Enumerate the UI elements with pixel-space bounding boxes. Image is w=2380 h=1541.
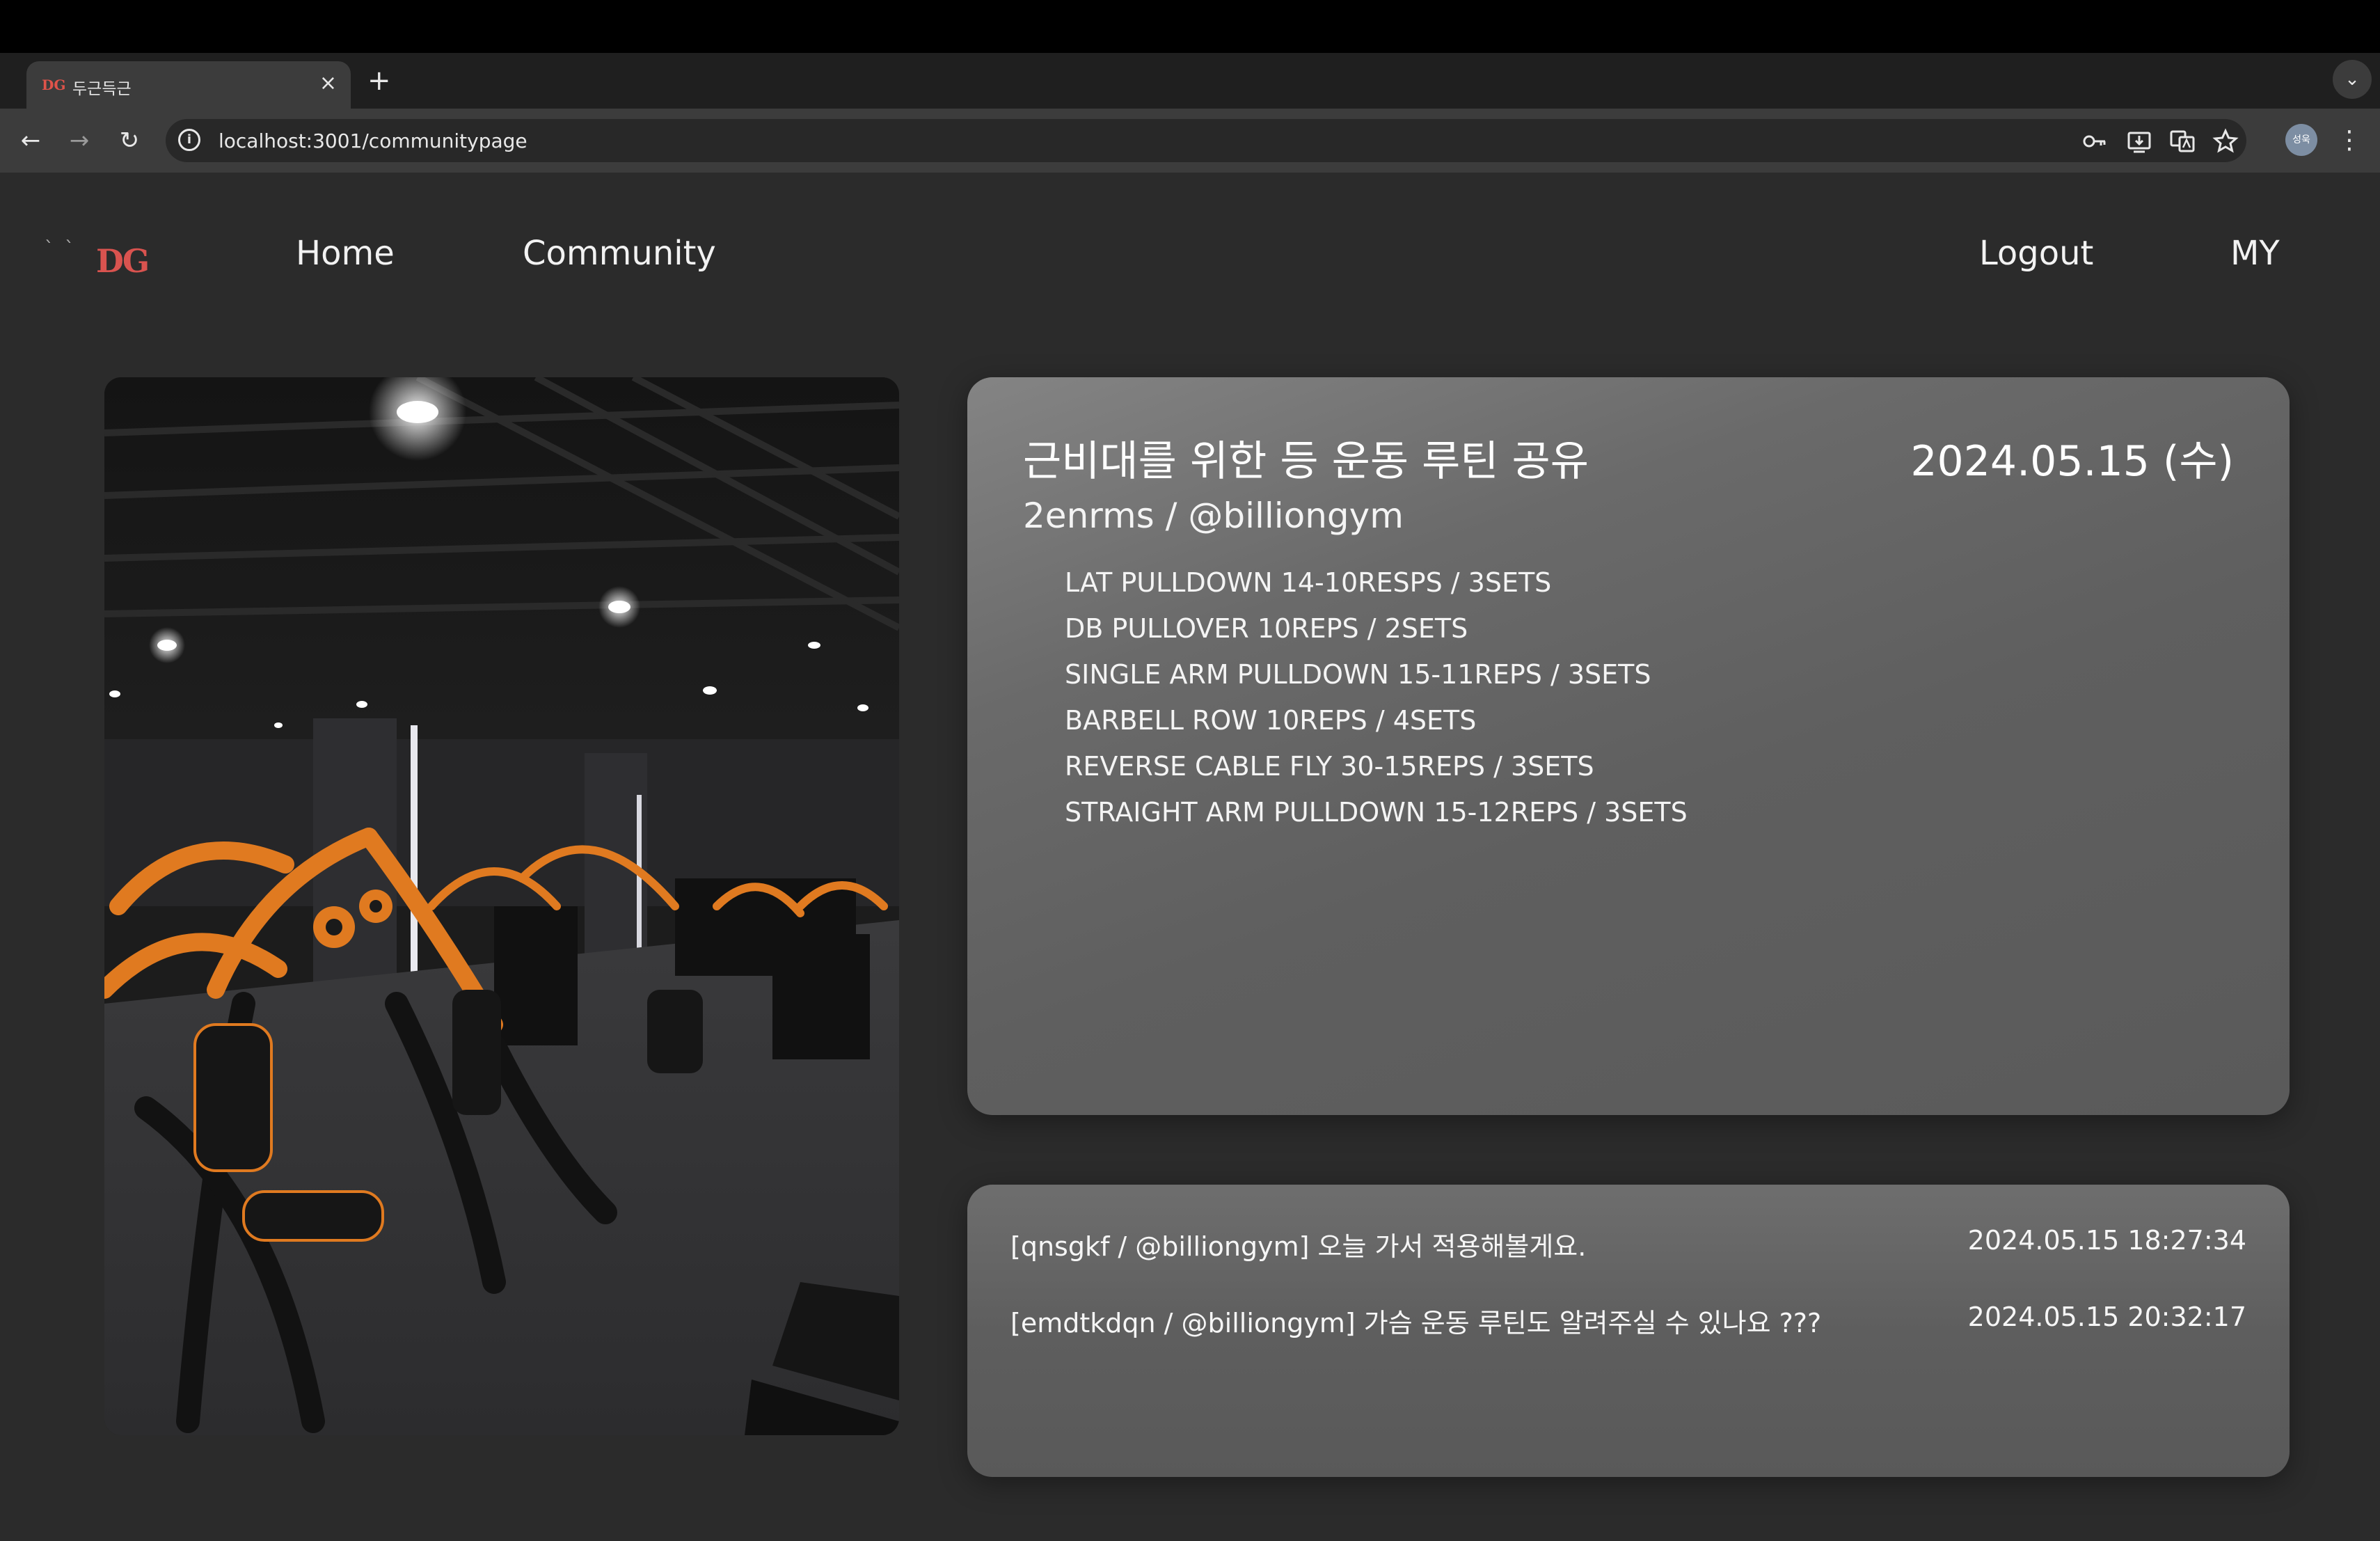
comment-timestamp: 2024.05.15 18:27:34 xyxy=(1967,1225,2246,1256)
nav-logout-link[interactable]: Logout xyxy=(1979,234,2093,273)
reload-icon[interactable]: ↻ xyxy=(111,123,148,159)
url-text[interactable]: localhost:3001/communitypage xyxy=(219,129,527,152)
nav-home-link[interactable]: Home xyxy=(296,234,395,273)
browser-menu-icon[interactable]: ⋮ xyxy=(2335,123,2363,159)
star-icon[interactable] xyxy=(2212,127,2239,155)
routine-item: SINGLE ARM PULLDOWN 15-11REPS / 3SETS xyxy=(1065,659,1651,690)
install-icon[interactable] xyxy=(2125,127,2153,155)
community-page: ` ` DG Home Community Logout MY 근비대를 위한 … xyxy=(0,173,2380,1541)
profile-avatar[interactable]: 성욱 xyxy=(2285,124,2317,156)
back-icon[interactable]: ← xyxy=(13,123,49,159)
comments-card: [qnsgkf / @billiongym] 오늘 가서 적용해볼게요. 202… xyxy=(967,1185,2290,1477)
gym-photo-illustration xyxy=(104,377,899,1435)
site-info-icon[interactable]: i xyxy=(178,129,200,151)
close-tab-icon[interactable]: × xyxy=(319,71,337,96)
post-photo xyxy=(104,377,899,1435)
site-logo[interactable]: DG xyxy=(96,242,150,280)
post-card: 근비대를 위한 등 운동 루틴 공유 2024.05.15 (수) 2enrms… xyxy=(967,377,2290,1115)
decor-dots: ` ` xyxy=(45,238,77,259)
tab-search-icon[interactable]: ⌄ xyxy=(2333,60,2372,99)
tab-title: 두근득근 xyxy=(72,80,132,98)
forward-icon[interactable]: → xyxy=(61,123,97,159)
new-tab-button[interactable]: + xyxy=(367,65,391,96)
key-icon[interactable] xyxy=(2081,127,2109,155)
comment-text: [emdtkdqn / @billiongym] 가슴 운동 루틴도 알려주실 … xyxy=(1010,1308,1822,1338)
post-date: 2024.05.15 (수) xyxy=(1910,437,2234,486)
comment-item: [emdtkdqn / @billiongym] 가슴 운동 루틴도 알려주실 … xyxy=(1010,1302,2246,1343)
routine-item: STRAIGHT ARM PULLDOWN 15-12REPS / 3SETS xyxy=(1065,797,1688,828)
post-author: 2enrms / @billiongym xyxy=(1023,496,1404,536)
nav-my-link[interactable]: MY xyxy=(2230,234,2280,273)
address-bar[interactable]: i localhost:3001/communitypage xyxy=(166,119,2246,162)
nav-community-link[interactable]: Community xyxy=(523,234,716,273)
routine-list: LAT PULLDOWN 14-10RESPS / 3SETS DB PULLO… xyxy=(1065,560,1688,835)
comment-timestamp: 2024.05.15 20:32:17 xyxy=(1967,1302,2246,1332)
tab-strip: DG 두근득근 × + ⌄ xyxy=(0,53,2380,109)
routine-item: DB PULLOVER 10REPS / 2SETS xyxy=(1065,613,1468,644)
browser-tab[interactable]: DG 두근득근 × xyxy=(26,61,351,109)
routine-item: REVERSE CABLE FLY 30-15REPS / 3SETS xyxy=(1065,751,1594,782)
comment-text: [qnsgkf / @billiongym] 오늘 가서 적용해볼게요. xyxy=(1010,1231,1587,1262)
post-title: 근비대를 위한 등 운동 루틴 공유 xyxy=(1023,437,1589,486)
routine-item: LAT PULLDOWN 14-10RESPS / 3SETS xyxy=(1065,567,1552,598)
browser-toolbar: ← → ↻ i localhost:3001/communitypage 성욱 … xyxy=(0,109,2380,173)
os-menu-bar xyxy=(0,0,2380,53)
translate-icon[interactable] xyxy=(2168,127,2196,155)
routine-item: BARBELL ROW 10REPS / 4SETS xyxy=(1065,705,1477,736)
favicon-icon: DG xyxy=(42,77,66,93)
comment-item: [qnsgkf / @billiongym] 오늘 가서 적용해볼게요. 202… xyxy=(1010,1225,2246,1267)
